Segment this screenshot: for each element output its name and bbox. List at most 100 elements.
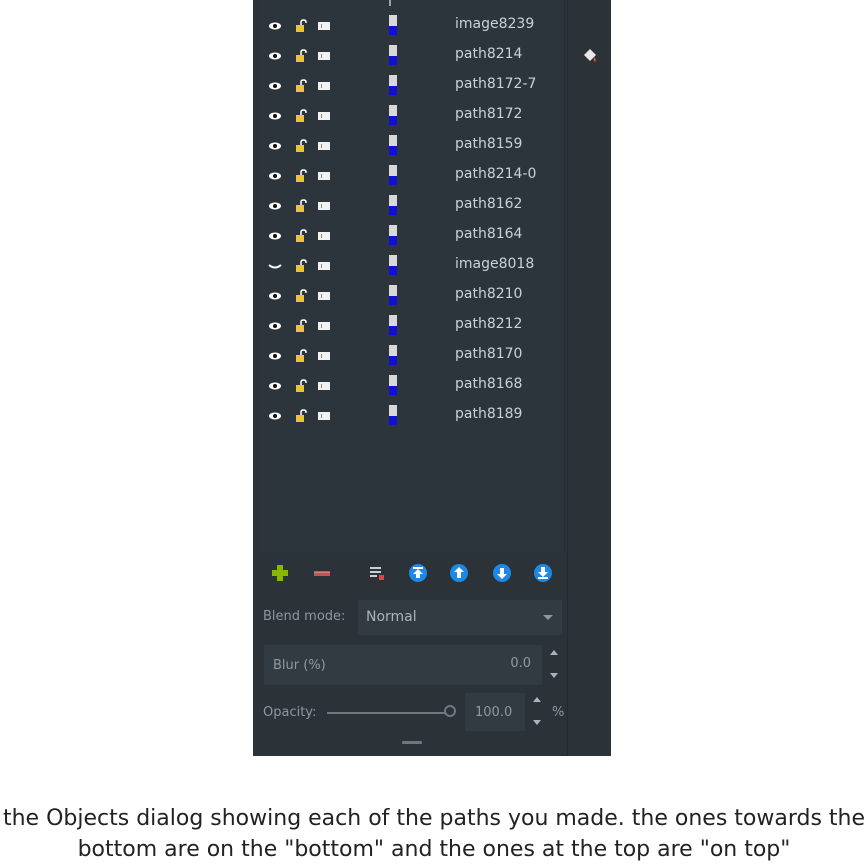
unlocked-lock-icon[interactable] bbox=[295, 289, 307, 303]
object-name: path8172-7 bbox=[455, 76, 537, 92]
object-row[interactable]: path8172-7 bbox=[259, 71, 564, 101]
unlocked-lock-icon[interactable] bbox=[295, 19, 307, 33]
label-tag-icon[interactable] bbox=[318, 142, 330, 150]
opacity-increment-icon[interactable] bbox=[533, 697, 541, 702]
opacity-field[interactable]: 100.0 bbox=[465, 693, 525, 731]
lower-to-bottom-icon[interactable] bbox=[532, 562, 554, 584]
dock-strip bbox=[567, 0, 611, 756]
label-tag-icon[interactable] bbox=[318, 292, 330, 300]
color-swatch-icon bbox=[389, 225, 397, 245]
object-name: image8239 bbox=[455, 16, 535, 32]
opacity-label: Opacity: bbox=[263, 705, 317, 720]
unlocked-lock-icon[interactable] bbox=[295, 409, 307, 423]
color-swatch-icon bbox=[389, 255, 397, 275]
lower-icon[interactable] bbox=[491, 562, 513, 584]
opacity-unit: % bbox=[552, 705, 565, 720]
unlocked-lock-icon[interactable] bbox=[295, 49, 307, 63]
object-row[interactable]: path8214-0 bbox=[259, 161, 564, 191]
object-row[interactable]: path8210 bbox=[259, 281, 564, 311]
label-tag-icon[interactable] bbox=[318, 352, 330, 360]
label-tag-icon[interactable] bbox=[318, 172, 330, 180]
object-row[interactable]: path8172 bbox=[259, 101, 564, 131]
blur-value: 0.0 bbox=[510, 656, 531, 671]
eye-icon[interactable] bbox=[268, 201, 282, 211]
unlocked-lock-icon[interactable] bbox=[295, 109, 307, 123]
unlocked-lock-icon[interactable] bbox=[295, 259, 307, 273]
blur-label: Blur (%) bbox=[273, 658, 326, 673]
eye-closed-icon[interactable] bbox=[268, 261, 282, 271]
label-tag-icon[interactable] bbox=[318, 322, 330, 330]
color-swatch-icon bbox=[389, 45, 397, 65]
remove-icon[interactable] bbox=[311, 562, 333, 584]
object-row[interactable]: path8162 bbox=[259, 191, 564, 221]
label-tag-icon[interactable] bbox=[318, 262, 330, 270]
object-row[interactable]: path8212 bbox=[259, 311, 564, 341]
unlocked-lock-icon[interactable] bbox=[295, 139, 307, 153]
fill-bucket-icon[interactable] bbox=[580, 46, 600, 66]
label-tag-icon[interactable] bbox=[318, 52, 330, 60]
color-swatch-icon bbox=[389, 285, 397, 305]
eye-icon[interactable] bbox=[268, 141, 282, 151]
blur-increment-icon[interactable] bbox=[550, 650, 558, 655]
opacity-slider[interactable] bbox=[327, 712, 449, 714]
unlocked-lock-icon[interactable] bbox=[295, 229, 307, 243]
object-name: path8164 bbox=[455, 226, 523, 242]
eye-icon[interactable] bbox=[268, 321, 282, 331]
blend-mode-value: Normal bbox=[366, 609, 417, 625]
object-name: path8159 bbox=[455, 136, 523, 152]
label-tag-icon[interactable] bbox=[318, 202, 330, 210]
object-name: path8212 bbox=[455, 316, 523, 332]
eye-icon[interactable] bbox=[268, 171, 282, 181]
object-row[interactable]: path8159 bbox=[259, 131, 564, 161]
opacity-slider-handle[interactable] bbox=[444, 705, 456, 717]
objects-list[interactable]: image8239 path8214 path8172-7 path8172 path8… bbox=[259, 0, 565, 552]
label-tag-icon[interactable] bbox=[318, 82, 330, 90]
eye-icon[interactable] bbox=[268, 111, 282, 121]
blur-decrement-icon[interactable] bbox=[550, 673, 558, 678]
resize-grip[interactable] bbox=[402, 741, 422, 744]
object-row[interactable]: path8189 bbox=[259, 401, 564, 431]
color-swatch-icon bbox=[389, 75, 397, 95]
object-row[interactable]: path8164 bbox=[259, 221, 564, 251]
eye-icon[interactable] bbox=[268, 411, 282, 421]
object-row[interactable]: path8214 bbox=[259, 41, 564, 71]
color-swatch-icon bbox=[389, 15, 397, 35]
eye-icon[interactable] bbox=[268, 51, 282, 61]
eye-icon[interactable] bbox=[268, 381, 282, 391]
unlocked-lock-icon[interactable] bbox=[295, 379, 307, 393]
label-tag-icon[interactable] bbox=[318, 412, 330, 420]
eye-icon[interactable] bbox=[268, 231, 282, 241]
object-row[interactable]: path8170 bbox=[259, 341, 564, 371]
unlocked-lock-icon[interactable] bbox=[295, 319, 307, 333]
object-name: image8018 bbox=[455, 256, 535, 272]
label-tag-icon[interactable] bbox=[318, 232, 330, 240]
add-icon[interactable] bbox=[269, 562, 291, 584]
object-name: path8170 bbox=[455, 346, 523, 362]
blur-field[interactable]: Blur (%) 0.0 bbox=[264, 645, 542, 685]
object-row[interactable]: image8018 bbox=[259, 251, 564, 281]
label-tag-icon[interactable] bbox=[318, 382, 330, 390]
blend-mode-select[interactable]: Normal bbox=[358, 600, 562, 635]
object-row[interactable]: path8168 bbox=[259, 371, 564, 401]
unlocked-lock-icon[interactable] bbox=[295, 349, 307, 363]
eye-icon[interactable] bbox=[268, 21, 282, 31]
color-swatch-icon bbox=[389, 195, 397, 215]
label-tag-icon[interactable] bbox=[318, 112, 330, 120]
opacity-value: 100.0 bbox=[475, 705, 513, 720]
raise-icon[interactable] bbox=[448, 562, 470, 584]
eye-icon[interactable] bbox=[268, 81, 282, 91]
raise-to-top-icon[interactable] bbox=[407, 562, 429, 584]
eye-icon[interactable] bbox=[268, 351, 282, 361]
object-name: path8210 bbox=[455, 286, 523, 302]
unlocked-lock-icon[interactable] bbox=[295, 169, 307, 183]
object-name: path8172 bbox=[455, 106, 523, 122]
edit-icon[interactable] bbox=[366, 562, 388, 584]
object-row[interactable]: image8239 bbox=[259, 11, 564, 41]
label-tag-icon[interactable] bbox=[318, 22, 330, 30]
unlocked-lock-icon[interactable] bbox=[295, 79, 307, 93]
object-name: path8168 bbox=[455, 376, 523, 392]
eye-icon[interactable] bbox=[268, 291, 282, 301]
opacity-decrement-icon[interactable] bbox=[533, 720, 541, 725]
object-name: path8162 bbox=[455, 196, 523, 212]
unlocked-lock-icon[interactable] bbox=[295, 199, 307, 213]
